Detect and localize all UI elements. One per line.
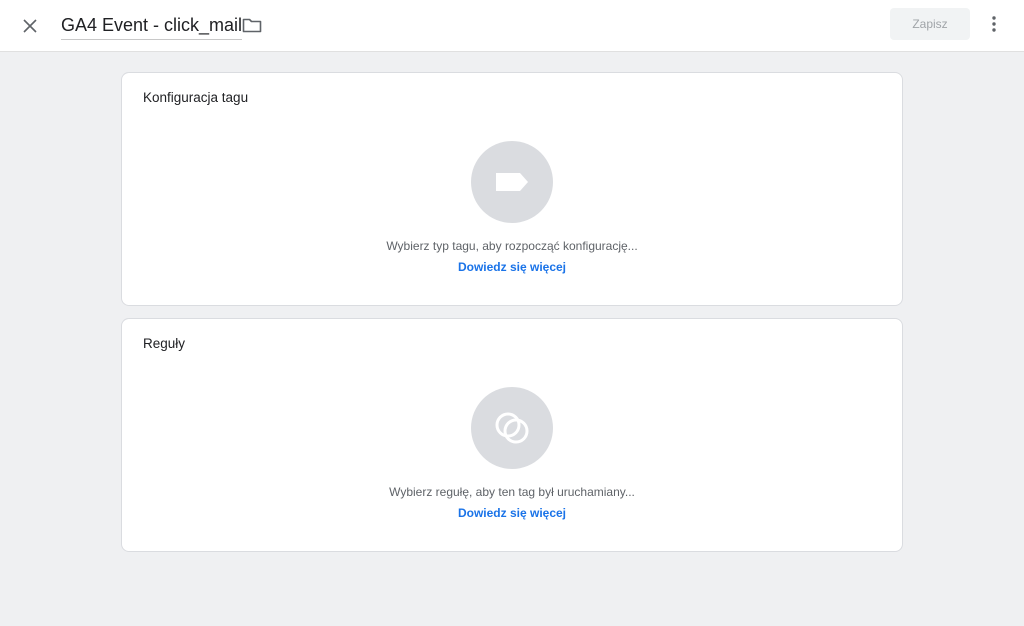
tag-learn-more-link[interactable]: Dowiedz się więcej	[122, 260, 902, 274]
top-bar: GA4 Event - click_mail Zapisz	[0, 0, 1024, 52]
choose-tag-type-button[interactable]	[471, 141, 553, 223]
triggers-hint: Wybierz regułę, aby ten tag był uruchami…	[389, 485, 635, 499]
tag-icon	[496, 173, 528, 191]
triggers-learn-more-link[interactable]: Dowiedz się więcej	[122, 506, 902, 520]
folder-icon	[242, 18, 262, 33]
close-button[interactable]	[17, 13, 43, 39]
tag-configuration-hint: Wybierz typ tagu, aby rozpocząć konfigur…	[386, 239, 638, 253]
tag-name-input[interactable]: GA4 Event - click_mail	[61, 14, 243, 40]
folder-button[interactable]	[241, 14, 263, 36]
triggers-title: Reguły	[143, 336, 186, 351]
more-options-button[interactable]	[982, 12, 1006, 36]
tag-configuration-card[interactable]: Konfiguracja tagu Wybierz typ tagu, aby …	[121, 72, 903, 306]
editor-content: Konfiguracja tagu Wybierz typ tagu, aby …	[0, 52, 1024, 626]
more-vert-icon	[992, 16, 996, 32]
tag-configuration-title: Konfiguracja tagu	[143, 90, 249, 105]
trigger-icon	[495, 412, 529, 444]
choose-trigger-button[interactable]	[471, 387, 553, 469]
triggers-card[interactable]: Reguły Wybierz regułę, aby ten tag był u…	[121, 318, 903, 552]
close-icon	[23, 19, 37, 33]
save-button[interactable]: Zapisz	[890, 8, 970, 40]
